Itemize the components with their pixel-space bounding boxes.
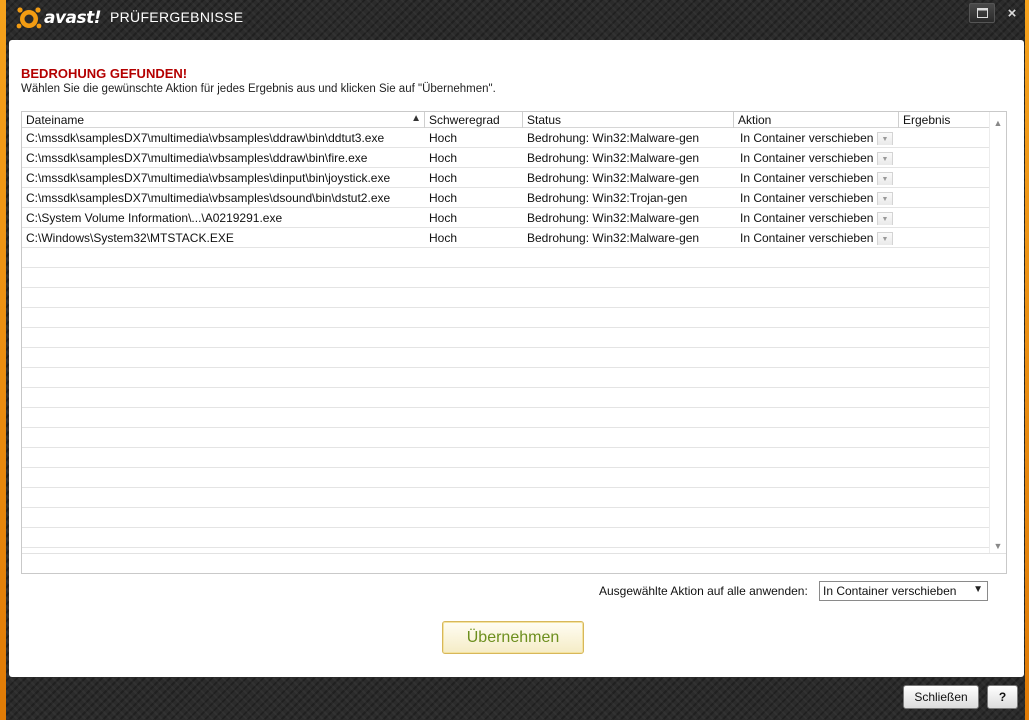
cell-action[interactable]: In Container verschieben ▼	[734, 231, 899, 245]
cell-status: Bedrohung: Win32:Malware-gen	[527, 130, 700, 145]
column-header-action[interactable]: Aktion	[734, 112, 899, 128]
window-edge-right	[1025, 0, 1029, 720]
empty-table-row	[22, 408, 990, 428]
action-dropdown-icon[interactable]: ▼	[877, 151, 893, 165]
title-bar: avast! PRÜFERGEBNISSE ×	[0, 0, 1029, 40]
action-dropdown-icon[interactable]: ▼	[877, 171, 893, 185]
cell-status: Bedrohung: Win32:Malware-gen	[527, 150, 700, 165]
cell-action[interactable]: In Container verschieben ▼	[734, 151, 899, 165]
empty-table-row	[22, 428, 990, 448]
horizontal-scrollbar[interactable]	[22, 553, 1006, 573]
table-row[interactable]: C:\mssdk\samplesDX7\multimedia\vbsamples…	[22, 148, 990, 168]
threat-heading: BEDROHUNG GEFUNDEN!	[21, 66, 188, 81]
empty-table-row	[22, 448, 990, 468]
apply-all-selected-value: In Container verschieben	[823, 584, 957, 598]
results-table: Dateiname ▲ Schweregrad Status Aktion Er…	[21, 111, 1007, 574]
cell-status: Bedrohung: Win32:Malware-gen	[527, 210, 700, 225]
column-header-filename[interactable]: Dateiname ▲	[22, 112, 425, 128]
empty-table-row	[22, 468, 990, 488]
action-dropdown-icon[interactable]: ▼	[877, 211, 893, 225]
window-close-button[interactable]: ×	[999, 3, 1025, 23]
cell-severity: Hoch	[429, 210, 458, 225]
cell-status: Bedrohung: Win32:Trojan-gen	[527, 190, 688, 205]
instruction-text: Wählen Sie die gewünschte Aktion für jed…	[21, 83, 496, 95]
empty-table-row	[22, 348, 990, 368]
cell-filename: C:\mssdk\samplesDX7\multimedia\vbsamples…	[26, 150, 368, 165]
cell-filename: C:\System Volume Information\...\A021929…	[26, 210, 283, 225]
table-row[interactable]: C:\System Volume Information\...\A021929…	[22, 208, 990, 228]
cell-action[interactable]: In Container verschieben ▼	[734, 131, 899, 145]
cell-action[interactable]: In Container verschieben ▼	[734, 191, 899, 205]
scroll-up-icon[interactable]: ▲	[992, 117, 1004, 129]
avast-logo-text: avast!	[44, 8, 102, 28]
cell-severity: Hoch	[429, 150, 458, 165]
empty-table-row	[22, 488, 990, 508]
vertical-scrollbar[interactable]: ▲ ▼	[989, 112, 1006, 554]
table-row[interactable]: C:\mssdk\samplesDX7\multimedia\vbsamples…	[22, 128, 990, 148]
empty-table-row	[22, 288, 990, 308]
empty-table-row	[22, 368, 990, 388]
avast-logo: avast!	[16, 5, 102, 31]
action-dropdown-icon[interactable]: ▼	[877, 131, 893, 145]
cell-action[interactable]: In Container verschieben ▼	[734, 171, 899, 185]
apply-button[interactable]: Übernehmen	[442, 621, 584, 654]
close-icon: ×	[1007, 4, 1017, 22]
column-header-severity[interactable]: Schweregrad	[425, 112, 523, 128]
empty-table-row	[22, 528, 990, 548]
cell-severity: Hoch	[429, 190, 458, 205]
table-body: C:\mssdk\samplesDX7\multimedia\vbsamples…	[22, 128, 990, 568]
close-button[interactable]: Schließen	[903, 685, 979, 709]
apply-all-label: Ausgewählte Aktion auf alle anwenden:	[599, 584, 808, 598]
apply-all-action-select[interactable]: In Container verschieben ▼	[819, 581, 988, 601]
table-header: Dateiname ▲ Schweregrad Status Aktion Er…	[22, 112, 990, 128]
empty-table-row	[22, 268, 990, 288]
action-dropdown-icon[interactable]: ▼	[877, 231, 893, 245]
help-button[interactable]: ?	[987, 685, 1018, 709]
cell-filename: C:\mssdk\samplesDX7\multimedia\vbsamples…	[26, 130, 385, 145]
chevron-down-icon: ▼	[973, 584, 983, 595]
window-edge-left	[0, 0, 6, 720]
empty-table-row	[22, 248, 990, 268]
results-panel: BEDROHUNG GEFUNDEN! Wählen Sie die gewün…	[9, 40, 1024, 677]
empty-table-row	[22, 328, 990, 348]
table-row[interactable]: C:\Windows\System32\MTSTACK.EXE Hoch Bedro…	[22, 228, 990, 248]
cell-filename: C:\mssdk\samplesDX7\multimedia\vbsamples…	[26, 170, 391, 185]
table-row[interactable]: C:\mssdk\samplesDX7\multimedia\vbsamples…	[22, 168, 990, 188]
column-header-result[interactable]: Ergebnis	[899, 112, 990, 128]
cell-status: Bedrohung: Win32:Malware-gen	[527, 230, 700, 245]
cell-filename: C:\mssdk\samplesDX7\multimedia\vbsamples…	[26, 190, 391, 205]
maximize-icon	[976, 6, 988, 21]
table-row[interactable]: C:\mssdk\samplesDX7\multimedia\vbsamples…	[22, 188, 990, 208]
cell-action[interactable]: In Container verschieben ▼	[734, 211, 899, 225]
cell-status: Bedrohung: Win32:Malware-gen	[527, 170, 700, 185]
cell-filename: C:\Windows\System32\MTSTACK.EXE	[26, 230, 234, 245]
column-header-status[interactable]: Status	[523, 112, 734, 128]
window-title: PRÜFERGEBNISSE	[110, 9, 244, 25]
maximize-button[interactable]	[969, 3, 995, 23]
scroll-down-icon[interactable]: ▼	[992, 540, 1004, 552]
cell-severity: Hoch	[429, 230, 458, 245]
empty-table-row	[22, 388, 990, 408]
cell-severity: Hoch	[429, 130, 458, 145]
avast-logo-icon	[16, 5, 42, 31]
action-dropdown-icon[interactable]: ▼	[877, 191, 893, 205]
cell-severity: Hoch	[429, 170, 458, 185]
empty-table-row	[22, 308, 990, 328]
empty-table-row	[22, 508, 990, 528]
sort-ascending-icon: ▲	[411, 113, 421, 124]
